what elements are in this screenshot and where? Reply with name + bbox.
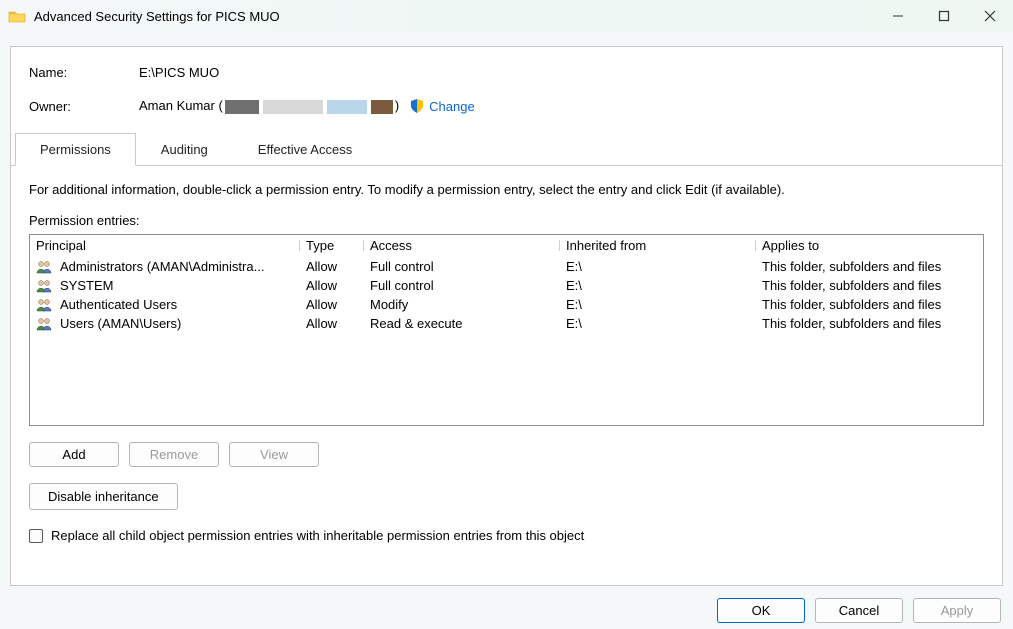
window-title: Advanced Security Settings for PICS MUO [34, 9, 875, 24]
users-group-icon [36, 260, 54, 274]
tab-permissions[interactable]: Permissions [15, 133, 136, 166]
cell-type: Allow [306, 297, 370, 312]
cell-applies: This folder, subfolders and files [762, 297, 977, 312]
cell-access: Read & execute [370, 316, 566, 331]
col-principal[interactable]: Principal [36, 238, 306, 253]
tab-strip: Permissions Auditing Effective Access [11, 132, 1002, 166]
cell-inherited: E:\ [566, 259, 762, 274]
disable-inheritance-button[interactable]: Disable inheritance [29, 483, 178, 510]
cell-principal: Administrators (AMAN\Administra... [36, 259, 306, 274]
tab-auditing[interactable]: Auditing [136, 133, 233, 166]
table-row[interactable]: Users (AMAN\Users)AllowRead & executeE:\… [30, 314, 983, 333]
permission-entries-label: Permission entries: [29, 213, 984, 228]
cell-applies: This folder, subfolders and files [762, 278, 977, 293]
change-owner-link[interactable]: Change [429, 99, 475, 114]
col-inherited[interactable]: Inherited from [566, 238, 762, 253]
table-row[interactable]: SYSTEMAllowFull controlE:\This folder, s… [30, 276, 983, 295]
name-label: Name: [29, 65, 139, 80]
minimize-button[interactable] [875, 0, 921, 32]
remove-button[interactable]: Remove [129, 442, 219, 467]
cell-inherited: E:\ [566, 278, 762, 293]
cancel-button[interactable]: Cancel [815, 598, 903, 623]
replace-child-checkbox[interactable] [29, 529, 43, 543]
ok-button[interactable]: OK [717, 598, 805, 623]
name-value: E:\PICS MUO [139, 65, 219, 80]
cell-inherited: E:\ [566, 297, 762, 312]
shield-icon [409, 98, 425, 114]
users-group-icon [36, 279, 54, 293]
cell-principal: Authenticated Users [36, 297, 306, 312]
folder-icon [8, 9, 26, 23]
cell-inherited: E:\ [566, 316, 762, 331]
cell-applies: This folder, subfolders and files [762, 316, 977, 331]
title-bar: Advanced Security Settings for PICS MUO [0, 0, 1013, 32]
cell-access: Full control [370, 259, 566, 274]
table-row[interactable]: Authenticated UsersAllowModifyE:\This fo… [30, 295, 983, 314]
apply-button[interactable]: Apply [913, 598, 1001, 623]
col-type[interactable]: Type [306, 238, 370, 253]
table-header: Principal Type Access Inherited from App… [30, 235, 983, 257]
main-panel: Name: E:\PICS MUO Owner: Aman Kumar () C… [10, 46, 1003, 586]
cell-type: Allow [306, 316, 370, 331]
owner-value: Aman Kumar () [139, 98, 399, 114]
cell-type: Allow [306, 278, 370, 293]
cell-principal: Users (AMAN\Users) [36, 316, 306, 331]
tab-effective-access[interactable]: Effective Access [233, 133, 377, 166]
permission-table: Principal Type Access Inherited from App… [29, 234, 984, 426]
users-group-icon [36, 317, 54, 331]
col-applies[interactable]: Applies to [762, 238, 977, 253]
info-text: For additional information, double-click… [29, 182, 984, 197]
replace-child-label: Replace all child object permission entr… [51, 528, 584, 543]
cell-access: Modify [370, 297, 566, 312]
dialog-footer: OK Cancel Apply [717, 598, 1001, 623]
cell-applies: This folder, subfolders and files [762, 259, 977, 274]
users-group-icon [36, 298, 54, 312]
cell-principal: SYSTEM [36, 278, 306, 293]
col-access[interactable]: Access [370, 238, 566, 253]
add-button[interactable]: Add [29, 442, 119, 467]
maximize-button[interactable] [921, 0, 967, 32]
owner-label: Owner: [29, 99, 139, 114]
table-row[interactable]: Administrators (AMAN\Administra...AllowF… [30, 257, 983, 276]
cell-access: Full control [370, 278, 566, 293]
view-button[interactable]: View [229, 442, 319, 467]
cell-type: Allow [306, 259, 370, 274]
close-button[interactable] [967, 0, 1013, 32]
